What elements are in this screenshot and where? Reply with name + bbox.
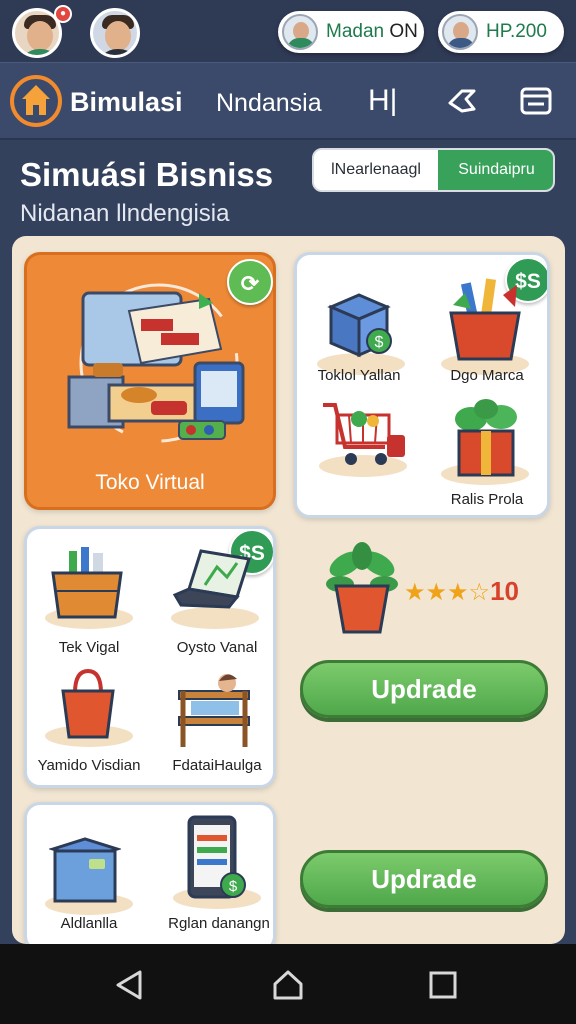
upgrade-button-2[interactable]: Updrade	[300, 850, 548, 908]
system-nav-bar	[0, 944, 576, 1024]
share-icon[interactable]	[444, 83, 480, 119]
extra-item-label: Aldlanlla	[60, 915, 118, 932]
product-item-bag[interactable]	[37, 667, 141, 751]
storage-box-icon	[49, 837, 121, 903]
product-item-label: FdataiHaulga	[172, 757, 262, 774]
hp-mini-avatar	[442, 14, 478, 50]
rating-value: 10	[490, 576, 519, 606]
hp-pill[interactable]: HP.200	[438, 11, 564, 53]
plant-pot-icon	[326, 542, 398, 634]
toko-virtual-label: Toko Virtual	[95, 471, 205, 494]
shop-items-card[interactable]: $S $ Toklol Yallan Dgo Marca Ralis Prola	[294, 252, 550, 518]
friend-avatar[interactable]	[90, 8, 140, 58]
home-logo-icon[interactable]	[10, 75, 62, 127]
svg-text:$: $	[229, 878, 238, 895]
user-name: Madan	[326, 21, 385, 42]
product-item-label: Oysto Vanal	[176, 639, 258, 656]
page-subtitle: Nidanan llndengisia	[20, 200, 230, 227]
user-status-pill[interactable]: Madan ON	[278, 11, 424, 53]
shop-item-gift[interactable]	[431, 397, 539, 493]
nav-subtitle[interactable]: Nndansia	[216, 89, 322, 118]
stats-icon[interactable]: H|	[368, 83, 404, 119]
extra-item-tablet[interactable]: $	[165, 813, 269, 917]
product-item-crib[interactable]	[161, 667, 269, 753]
product-item-label: Yamido Visdian	[37, 757, 141, 774]
upgrade-button[interactable]: Updrade	[300, 660, 548, 718]
toko-virtual-card[interactable]: ⟳ Toko Virtual	[24, 252, 276, 510]
crib-icon	[178, 674, 250, 747]
product-items-card[interactable]: $S Tek Vigal Oysto Vanal Yamido Visdian …	[24, 526, 276, 788]
extra-item-label: Rglan danangn	[168, 915, 270, 932]
product-item-label: Tek Vigal	[58, 639, 120, 656]
user-mini-avatar	[282, 14, 318, 50]
shopping-cart-icon	[323, 403, 405, 465]
shopping-bag-icon	[61, 668, 115, 739]
rating-display: ★★★☆10	[404, 576, 519, 607]
notification-badge[interactable]: ●	[54, 5, 72, 23]
shop-item-cart[interactable]	[311, 395, 415, 479]
main-panel: ⟳ Toko Virtual $S $ Toklol Yallan Dgo Ma…	[12, 236, 565, 952]
toggle-option-left[interactable]: lNearlenaagl	[314, 150, 438, 190]
tablet-chart-icon: $	[187, 815, 246, 899]
recents-icon[interactable]	[426, 968, 460, 1002]
rating-stars-icon: ★★★☆	[404, 579, 491, 606]
page-title: Simuási Bisniss	[20, 156, 274, 193]
virtual-shop-illustration-icon	[67, 283, 245, 443]
toggle-option-right[interactable]: Suindaipru	[438, 150, 553, 190]
svg-text:$: $	[375, 334, 384, 351]
extra-item-box[interactable]	[39, 825, 139, 925]
crate-icon	[51, 547, 123, 619]
storage-box-icon: $	[327, 293, 392, 358]
gift-box-icon	[455, 399, 517, 477]
product-item-laptop[interactable]	[161, 545, 269, 641]
hp-value: HP.200	[486, 21, 547, 42]
nav-bar: Bimulasi Nndansia H|	[0, 62, 576, 140]
menu-card-icon[interactable]	[518, 83, 554, 119]
app-title: Bimulasi	[70, 87, 183, 117]
shop-item-label: Ralis Prola	[450, 491, 524, 508]
home-icon[interactable]	[271, 968, 305, 1002]
product-item-crate[interactable]	[37, 539, 141, 639]
back-icon[interactable]	[112, 968, 146, 1002]
gift-basket-icon	[449, 278, 521, 361]
shop-item-label: Dgo Marca	[450, 367, 524, 384]
shop-item-label: Toklol Yallan	[317, 367, 401, 384]
extra-items-card[interactable]: Aldlanlla $ Rglan danangn	[24, 802, 276, 952]
mode-toggle: lNearlenaagl Suindaipru	[312, 148, 555, 192]
laptop-icon	[172, 549, 251, 609]
user-online-status: ON	[389, 21, 418, 42]
top-bar: ● Madan ON HP.200	[0, 0, 576, 62]
